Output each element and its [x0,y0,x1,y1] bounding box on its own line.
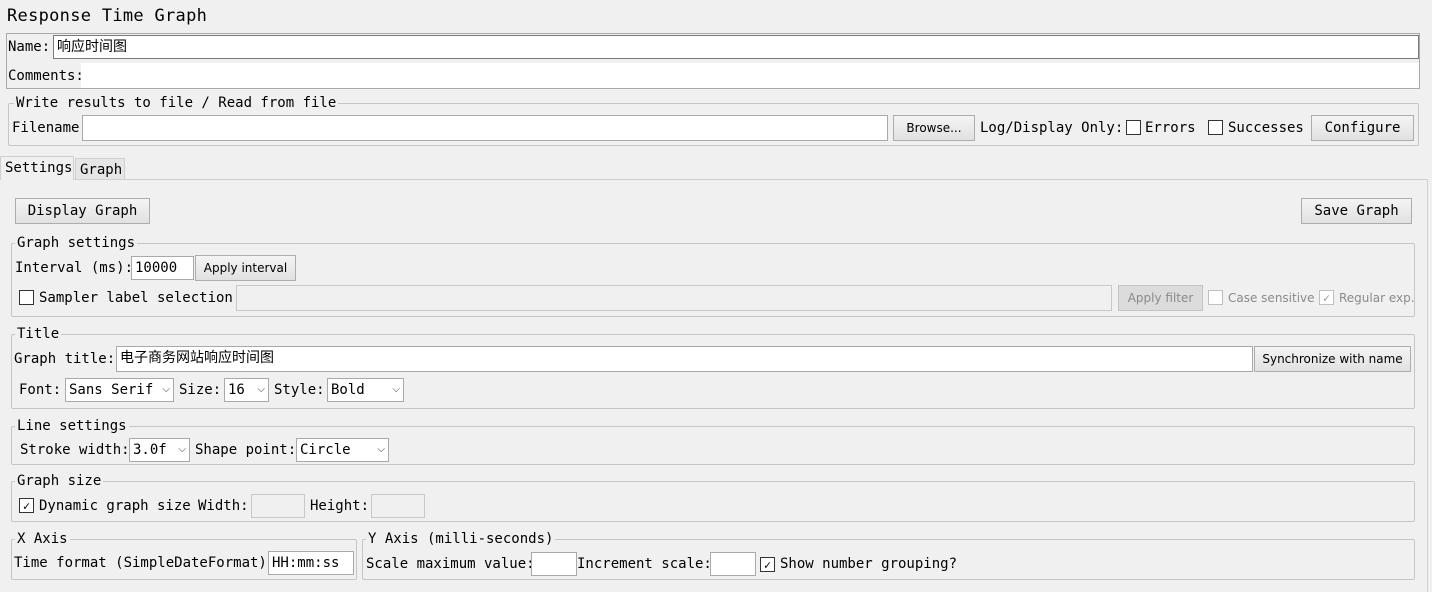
filename-label: Filename [12,120,80,136]
name-label: Name: [8,39,51,55]
sampler-label-checkbox[interactable] [19,290,34,305]
show-number-grouping-label: Show number grouping? [780,556,958,572]
width-label: Width: [198,498,249,514]
file-section-legend: Write results to file / Read from file [14,95,339,111]
successes-checkbox[interactable] [1208,120,1223,135]
shape-point-select[interactable]: Circle ⌵ [296,438,389,462]
display-graph-button[interactable]: Display Graph [15,198,150,224]
y-axis-legend: Y Axis (milli-seconds) [366,531,556,547]
time-format-label: Time format (SimpleDateFormat): [14,555,276,571]
width-input[interactable] [251,494,305,518]
sampler-label-input[interactable] [236,285,1112,311]
apply-filter-button[interactable]: Apply filter [1118,285,1203,311]
page-title: Response Time Graph [7,6,208,26]
chevron-down-icon: ⌵ [377,444,385,455]
dynamic-graph-size-label: Dynamic graph size [39,498,191,514]
case-sensitive-checkbox[interactable] [1208,290,1223,305]
stroke-width-select[interactable]: 3.0f ⌵ [129,438,190,462]
interval-label: Interval (ms): [15,260,134,276]
browse-button[interactable]: Browse... [893,115,975,141]
style-select[interactable]: Bold ⌵ [327,378,404,402]
filename-input[interactable] [82,115,888,141]
height-label: Height: [310,498,370,514]
style-select-value: Bold [331,382,365,398]
case-sensitive-label: Case sensitive [1228,291,1315,305]
stroke-width-label: Stroke width: [20,442,130,458]
line-settings-legend: Line settings [15,418,129,434]
shape-point-label: Shape point: [195,442,297,458]
font-label: Font: [19,382,62,398]
save-graph-button[interactable]: Save Graph [1301,198,1412,224]
tab-graph[interactable]: Graph [75,158,125,180]
size-label: Size: [179,382,222,398]
height-input[interactable] [371,494,425,518]
errors-checkbox[interactable] [1126,120,1141,135]
increment-scale-label: Increment scale: [577,556,712,572]
regular-exp-label: Regular exp. [1339,291,1415,305]
size-select[interactable]: 16 ⌵ [224,378,269,402]
name-input[interactable]: 响应时间图 [53,35,1419,59]
chevron-down-icon: ⌵ [257,384,265,395]
sampler-label: Sampler label selection: [39,290,242,306]
apply-interval-button[interactable]: Apply interval [195,255,296,281]
graph-settings-legend: Graph settings [15,235,138,251]
time-format-input-value: HH:mm:ss [272,555,340,571]
scale-maximum-input[interactable] [531,552,577,576]
chevron-down-icon: ⌵ [178,444,186,455]
shape-point-select-value: Circle [300,442,351,458]
font-select[interactable]: Sans Serif ⌵ [65,378,174,402]
font-select-value: Sans Serif [69,382,154,398]
name-input-value: 响应时间图 [57,39,127,55]
tab-settings[interactable]: Settings [0,156,74,180]
increment-scale-input[interactable] [710,552,756,576]
regular-exp-checkbox[interactable]: ✓ [1319,290,1334,305]
size-select-value: 16 [228,382,245,398]
comments-label: Comments: [8,68,84,84]
configure-button[interactable]: Configure [1311,115,1414,141]
chevron-down-icon: ⌵ [392,384,400,395]
graph-size-legend: Graph size [15,473,104,489]
graph-title-label: Graph title: [14,351,116,367]
errors-label: Errors [1145,120,1196,136]
show-number-grouping-checkbox[interactable]: ✓ [760,557,775,572]
graph-title-input[interactable]: 电子商务网站响应时间图 [116,346,1253,372]
stroke-width-select-value: 3.0f [133,442,167,458]
x-axis-legend: X Axis [15,531,70,547]
comments-input[interactable] [81,63,1419,88]
interval-input-value: 10000 [135,260,178,276]
graph-title-input-value: 电子商务网站响应时间图 [120,350,274,366]
time-format-input[interactable]: HH:mm:ss [268,551,354,575]
interval-input[interactable]: 10000 [131,256,194,280]
log-display-label: Log/Display Only: [980,120,1124,136]
successes-label: Successes [1228,120,1304,136]
dynamic-graph-size-checkbox[interactable]: ✓ [19,498,34,513]
title-section-legend: Title [15,326,62,342]
scale-maximum-label: Scale maximum value: [366,556,535,572]
synchronize-with-name-button[interactable]: Synchronize with name [1254,346,1411,372]
style-label: Style: [274,382,325,398]
chevron-down-icon: ⌵ [162,384,170,395]
